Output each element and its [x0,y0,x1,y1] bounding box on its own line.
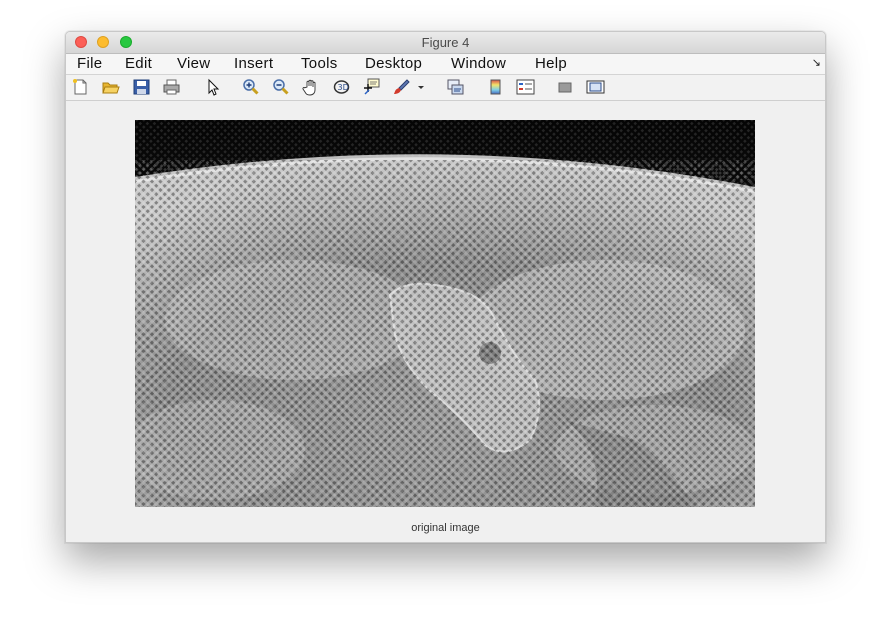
rotate-3d-icon[interactable]: 3D [332,78,351,96]
figure-window: Figure 4 File Edit View Insert Tools Des… [65,31,826,543]
zoom-in-icon[interactable] [241,78,260,96]
legend-icon[interactable] [516,78,535,96]
pan-icon[interactable] [302,78,321,96]
show-plot-tools-icon[interactable] [586,78,605,96]
svg-text:3D: 3D [338,83,349,92]
toolbar: 3D [66,75,825,101]
satellite-image-icon [135,120,755,507]
menu-tools[interactable]: Tools [301,55,338,72]
zoom-out-icon[interactable] [271,78,290,96]
menu-bar: File Edit View Insert Tools Desktop Wind… [66,54,825,75]
menu-edit[interactable]: Edit [125,55,152,72]
data-cursor-icon[interactable] [362,78,381,96]
title-bar[interactable]: Figure 4 [66,32,825,54]
menu-insert[interactable]: Insert [234,55,273,72]
menu-help[interactable]: Help [535,55,567,72]
menu-desktop[interactable]: Desktop [365,55,422,72]
link-plot-icon[interactable] [446,78,465,96]
brush-icon[interactable] [392,78,411,96]
hide-plot-tools-icon[interactable] [556,78,575,96]
open-file-icon[interactable] [101,78,120,96]
menu-file[interactable]: File [77,55,102,72]
figure-content: original image [66,101,825,542]
new-figure-icon[interactable] [71,78,90,96]
window-title: Figure 4 [421,35,470,50]
image-label: original image [411,522,480,534]
menu-view[interactable]: View [177,55,210,72]
brush-dropdown-icon[interactable] [416,78,426,96]
arrow-icon[interactable]: ↘ [812,56,821,69]
save-icon[interactable] [132,78,151,96]
menu-window[interactable]: Window [451,55,506,72]
colorbar-icon[interactable] [486,78,505,96]
print-icon[interactable] [162,78,181,96]
pointer-icon[interactable] [203,78,222,96]
original-image[interactable] [135,120,755,507]
